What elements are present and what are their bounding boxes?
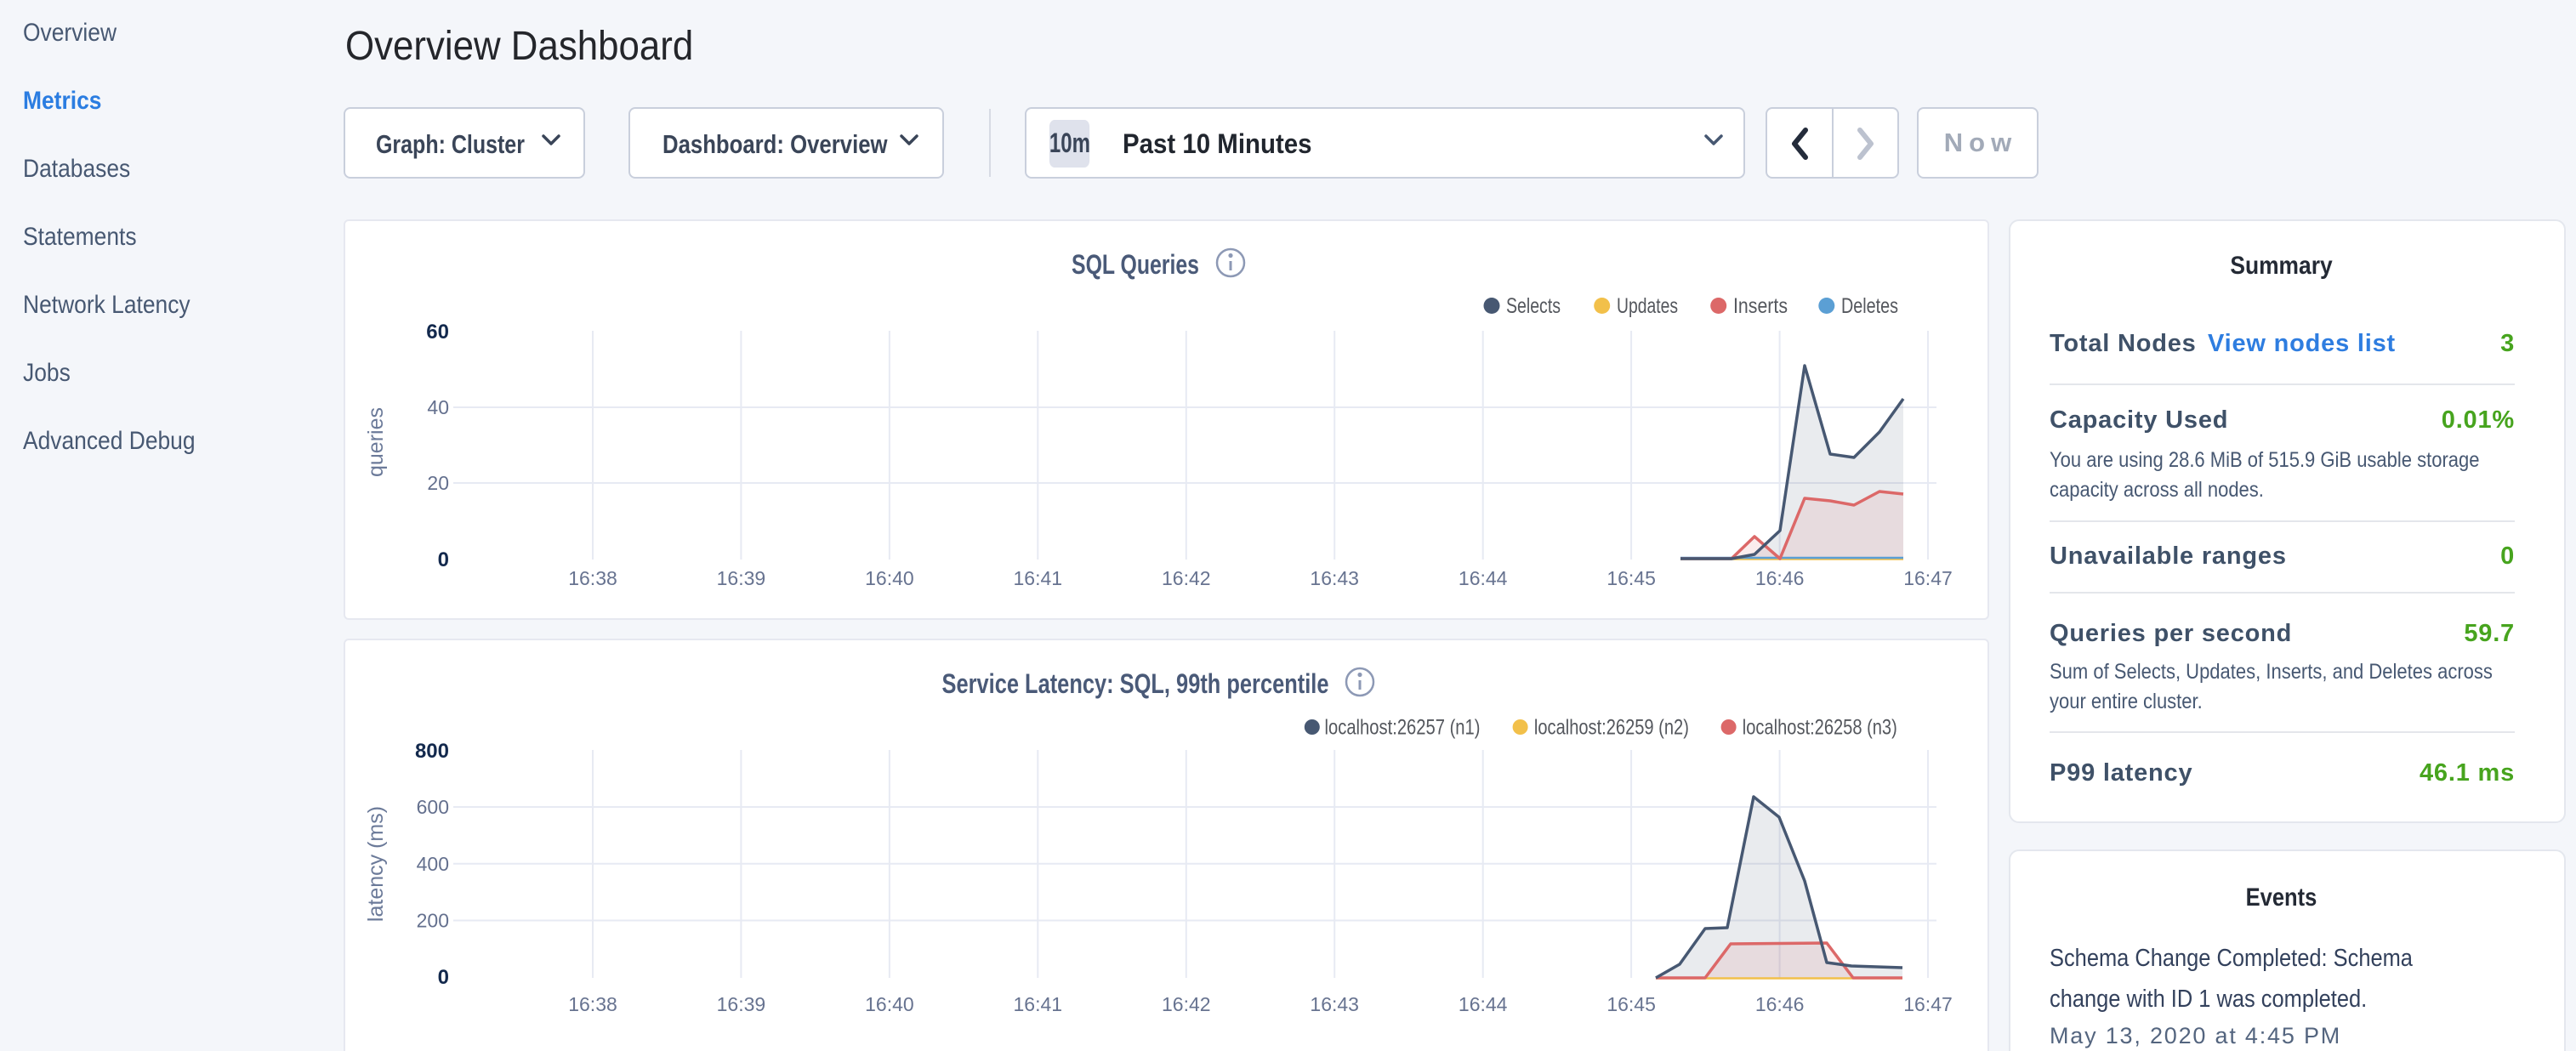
svg-text:600: 600 — [417, 796, 449, 818]
svg-text:16:46: 16:46 — [1755, 993, 1805, 1015]
svg-text:16:40: 16:40 — [865, 993, 914, 1015]
svg-text:latency (ms): latency (ms) — [364, 806, 388, 922]
svg-text:16:43: 16:43 — [1310, 567, 1359, 589]
svg-text:200: 200 — [417, 910, 449, 932]
svg-text:20: 20 — [427, 472, 449, 494]
svg-text:Deletes: Deletes — [1841, 294, 1898, 318]
svg-text:SQL Queries: SQL Queries — [1072, 249, 1199, 280]
svg-text:16:43: 16:43 — [1310, 993, 1359, 1015]
svg-text:Service Latency: SQL, 99th per: Service Latency: SQL, 99th percentile — [942, 668, 1329, 699]
svg-text:16:39: 16:39 — [717, 567, 766, 589]
svg-text:400: 400 — [417, 853, 449, 875]
svg-text:16:46: 16:46 — [1755, 567, 1805, 589]
svg-text:16:47: 16:47 — [1903, 993, 1953, 1015]
svg-text:16:42: 16:42 — [1162, 567, 1211, 589]
svg-text:16:41: 16:41 — [1014, 993, 1063, 1015]
svg-text:16:45: 16:45 — [1606, 993, 1656, 1015]
svg-text:60: 60 — [426, 321, 449, 344]
svg-text:0: 0 — [438, 548, 449, 571]
svg-text:Updates: Updates — [1617, 294, 1678, 318]
svg-text:40: 40 — [427, 396, 449, 418]
svg-text:16:39: 16:39 — [717, 993, 766, 1015]
svg-text:16:38: 16:38 — [568, 567, 617, 589]
svg-text:16:41: 16:41 — [1014, 567, 1063, 589]
svg-text:16:44: 16:44 — [1459, 567, 1508, 589]
svg-text:16:38: 16:38 — [568, 993, 617, 1015]
svg-text:Inserts: Inserts — [1733, 294, 1788, 318]
svg-text:16:40: 16:40 — [865, 567, 914, 589]
svg-text:localhost:26258 (n3): localhost:26258 (n3) — [1743, 716, 1897, 740]
svg-text:0: 0 — [438, 966, 449, 989]
svg-text:Selects: Selects — [1506, 294, 1561, 318]
svg-text:16:44: 16:44 — [1459, 993, 1508, 1015]
svg-text:16:42: 16:42 — [1162, 993, 1211, 1015]
svg-text:16:45: 16:45 — [1606, 567, 1656, 589]
svg-text:localhost:26259 (n2): localhost:26259 (n2) — [1534, 716, 1689, 740]
svg-text:16:47: 16:47 — [1903, 567, 1953, 589]
svg-text:800: 800 — [415, 740, 449, 763]
svg-text:localhost:26257 (n1): localhost:26257 (n1) — [1325, 716, 1481, 740]
svg-text:queries: queries — [364, 407, 388, 477]
